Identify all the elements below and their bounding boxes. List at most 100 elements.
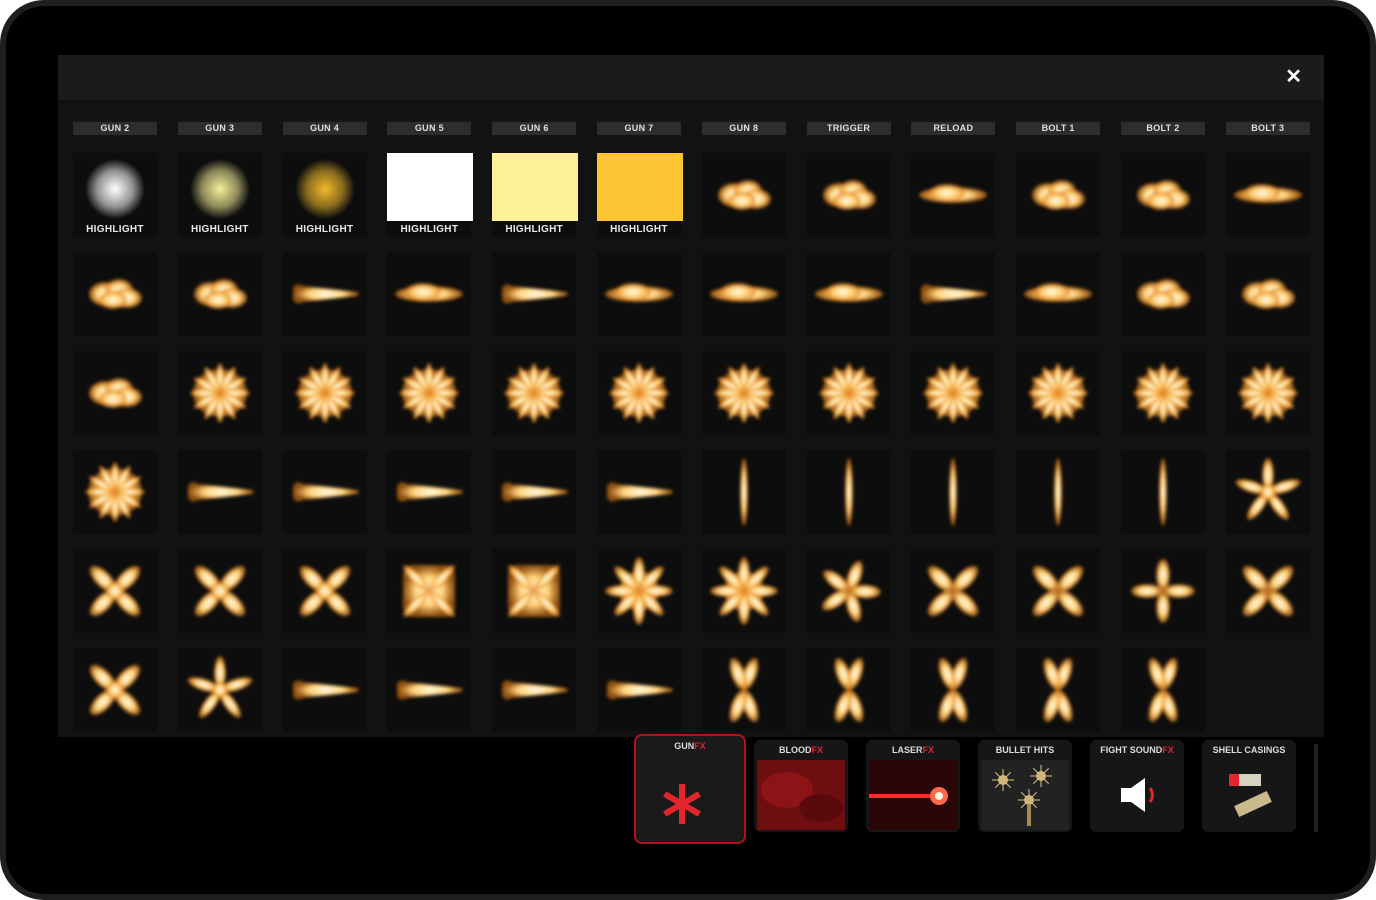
category-fight-sound[interactable]: FIGHT SOUNDFX (1090, 740, 1184, 832)
muzzle-flash-tile[interactable] (1225, 252, 1310, 336)
muzzle-flash-tile[interactable] (177, 351, 262, 435)
muzzle-flash-burst-icon (85, 462, 145, 522)
muzzle-flash-tile[interactable] (1121, 549, 1205, 633)
muzzle-flash-tile[interactable] (73, 648, 157, 732)
muzzle-flash-tile[interactable] (701, 450, 786, 534)
muzzle-flash-streak-icon (709, 283, 778, 302)
muzzle-flash-burst-icon (923, 363, 984, 423)
muzzle-flash-tile[interactable] (911, 153, 996, 237)
muzzle-flash-tile[interactable] (597, 252, 681, 336)
muzzle-flash-tile[interactable] (911, 351, 996, 435)
muzzle-flash-tile[interactable] (177, 648, 262, 732)
muzzle-flash-tile[interactable] (73, 450, 157, 534)
panel-titlebar: ✕ (58, 55, 1324, 100)
highlight-tile[interactable]: HIGHLIGHT (282, 153, 367, 237)
muzzle-flash-tile[interactable] (1016, 549, 1101, 633)
column-header: RELOAD (911, 119, 996, 135)
muzzle-flash-cone-icon (502, 680, 569, 700)
muzzle-flash-tile[interactable] (387, 549, 472, 633)
muzzle-flash-tile[interactable] (282, 252, 367, 336)
highlight-label: HIGHLIGHT (86, 224, 144, 235)
category-gun[interactable]: GUNFX (634, 734, 746, 844)
muzzle-flash-petalx-icon (1043, 657, 1073, 723)
muzzle-flash-tile[interactable] (73, 351, 157, 435)
column-header: GUN 5 (387, 119, 472, 135)
close-icon[interactable]: ✕ (1285, 65, 1302, 89)
muzzle-flash-tile[interactable] (492, 648, 577, 732)
muzzle-flash-tile[interactable] (492, 549, 577, 633)
muzzle-flash-tile[interactable] (1225, 549, 1310, 633)
muzzle-flash-tile[interactable] (701, 252, 786, 336)
muzzle-flash-tile[interactable] (1016, 153, 1101, 237)
muzzle-flash-bar-icon (1054, 458, 1063, 526)
dock-scroll-edge[interactable] (1314, 744, 1318, 832)
muzzle-flash-petal4-icon (1242, 565, 1294, 617)
muzzle-flash-tile[interactable] (1016, 450, 1101, 534)
muzzle-flash-tile[interactable] (1016, 252, 1101, 336)
muzzle-flash-tile[interactable] (806, 153, 891, 237)
highlight-tile[interactable]: HIGHLIGHT (177, 153, 262, 237)
muzzle-flash-tile[interactable] (387, 648, 472, 732)
muzzle-flash-tile[interactable] (282, 648, 367, 732)
muzzle-flash-tile[interactable] (1121, 351, 1205, 435)
muzzle-flash-tile[interactable] (806, 450, 891, 534)
muzzle-flash-tile[interactable] (282, 549, 367, 633)
muzzle-flash-tile[interactable] (806, 351, 891, 435)
muzzle-flash-tile[interactable] (387, 450, 472, 534)
muzzle-flash-tile[interactable] (597, 351, 681, 435)
category-laser[interactable]: LASERFX (866, 740, 960, 832)
highlight-tile[interactable]: HIGHLIGHT (597, 153, 683, 237)
muzzle-flash-tile[interactable] (1121, 648, 1205, 732)
muzzle-flash-tile[interactable] (911, 549, 996, 633)
muzzle-flash-tile[interactable] (387, 351, 472, 435)
muzzle-flash-tile[interactable] (1016, 648, 1101, 732)
muzzle-flash-tile[interactable] (911, 252, 996, 336)
muzzle-flash-tile[interactable] (1121, 252, 1205, 336)
category-label: BLOODFX (754, 745, 848, 755)
muzzle-flash-tile[interactable] (597, 549, 681, 633)
muzzle-flash-tile[interactable] (1121, 450, 1205, 534)
muzzle-flash-tile[interactable] (597, 450, 681, 534)
muzzle-flash-tile[interactable] (1121, 153, 1205, 237)
muzzle-flash-streak-icon (1024, 283, 1093, 302)
muzzle-flash-tile[interactable] (1225, 450, 1310, 534)
muzzle-flash-cloud-icon (1137, 180, 1190, 210)
muzzle-flash-tile[interactable] (282, 351, 367, 435)
muzzle-flash-tile[interactable] (177, 549, 262, 633)
category-bullet-hits[interactable]: BULLET HITS (978, 740, 1072, 832)
muzzle-flash-tile[interactable] (701, 549, 786, 633)
column-header: GUN 2 (73, 119, 157, 135)
category-blood[interactable]: BLOODFX (754, 740, 848, 832)
muzzle-flash-tile[interactable] (492, 351, 577, 435)
muzzle-flash-tile[interactable] (806, 252, 891, 336)
muzzle-flash-cloud-icon (1032, 180, 1086, 210)
muzzle-flash-tile[interactable] (701, 648, 786, 732)
category-shell-casings[interactable]: SHELL CASINGS (1202, 740, 1296, 832)
muzzle-flash-tile[interactable] (492, 252, 577, 336)
muzzle-flash-tile[interactable] (177, 450, 262, 534)
muzzle-flash-tile[interactable] (701, 351, 786, 435)
muzzle-flash-tile[interactable] (597, 648, 681, 732)
column-header: GUN 6 (492, 119, 577, 135)
highlight-tile[interactable]: HIGHLIGHT (73, 153, 157, 237)
muzzle-flash-tile[interactable] (177, 252, 262, 336)
muzzle-flash-tile[interactable] (701, 153, 786, 237)
muzzle-flash-tile[interactable] (806, 648, 891, 732)
muzzle-flash-tile[interactable] (73, 252, 157, 336)
muzzle-flash-tile[interactable] (911, 450, 996, 534)
muzzle-flash-tile[interactable] (387, 252, 472, 336)
muzzle-flash-tile[interactable] (911, 648, 996, 732)
muzzle-flash-tile[interactable] (806, 549, 891, 633)
muzzle-flash-star5-icon (187, 656, 253, 718)
muzzle-flash-tile[interactable] (1225, 153, 1310, 237)
muzzle-flash-tile[interactable] (1225, 351, 1310, 435)
highlight-tile[interactable]: HIGHLIGHT (492, 153, 579, 237)
muzzle-flash-burst-icon (1028, 363, 1089, 423)
muzzle-flash-tile[interactable] (282, 450, 367, 534)
muzzle-flash-cone-icon (921, 284, 988, 304)
muzzle-flash-tile[interactable] (492, 450, 577, 534)
highlight-tile[interactable]: HIGHLIGHT (387, 153, 474, 237)
muzzle-flash-tile[interactable] (1016, 351, 1101, 435)
muzzle-flash-tile[interactable] (73, 549, 157, 633)
category-label-fx: FX (694, 741, 706, 751)
